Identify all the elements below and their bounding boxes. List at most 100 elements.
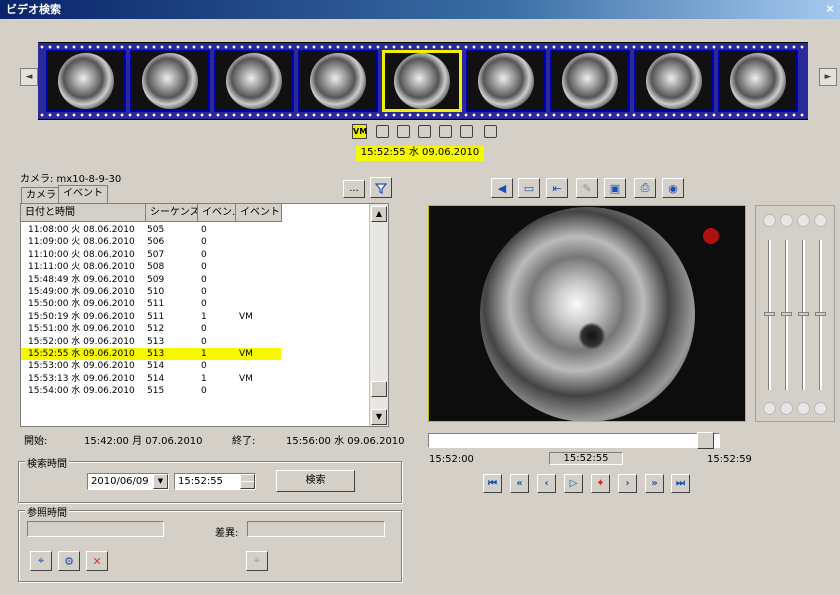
chevron-down-icon[interactable]: ▼ <box>153 474 168 489</box>
scroll-up-button[interactable]: ▲ <box>371 206 387 222</box>
table-row[interactable]: 11:08:00 火 08.06.2010 505 0 <box>21 224 281 236</box>
table-row[interactable]: 15:53:00 水 09.06.2010 514 0 <box>21 360 281 372</box>
filmstrip-frame[interactable] <box>46 50 126 112</box>
indicator-square-6[interactable] <box>484 125 497 138</box>
table-row[interactable]: 15:50:00 水 09.06.2010 511 0 <box>21 298 281 310</box>
table-row[interactable]: 15:49:00 水 09.06.2010 510 0 <box>21 286 281 298</box>
table-row[interactable]: 15:52:55 水 09.06.2010 513 1 VM <box>21 348 281 360</box>
last-frame-button[interactable]: ⏭ <box>671 474 690 493</box>
cell-event: VM <box>239 311 253 322</box>
cell-seq: 510 <box>147 287 165 297</box>
indicator-square-2[interactable] <box>397 125 410 138</box>
column-header-datetime[interactable]: 日付と時間 <box>21 204 146 222</box>
reset-contrast-icon[interactable] <box>780 402 793 415</box>
indicator-square-1[interactable] <box>376 125 389 138</box>
cell-time: 15:49:00 水 09.06.2010 <box>28 287 135 297</box>
view-mode-button[interactable]: ◉ <box>662 178 684 198</box>
filmstrip-frame[interactable] <box>718 50 798 112</box>
table-row[interactable]: 15:51:00 水 09.06.2010 512 0 <box>21 323 281 335</box>
print-button[interactable]: ⎙ <box>634 178 656 198</box>
table-row[interactable]: 15:54:00 水 09.06.2010 515 0 <box>21 385 281 397</box>
filmstrip-left-button[interactable]: ◄ <box>20 68 38 86</box>
cell-seq: 511 <box>147 311 165 322</box>
reset-sharpness-icon[interactable] <box>814 402 827 415</box>
cell-time: 15:54:00 水 09.06.2010 <box>28 386 135 397</box>
cell-time: 15:48:49 水 09.06.2010 <box>28 274 135 285</box>
filmstrip-frame[interactable] <box>130 50 210 112</box>
saturation-thumb[interactable] <box>798 312 809 316</box>
cell-time: 15:53:13 水 09.06.2010 <box>28 373 135 384</box>
table-row[interactable]: 15:48:49 水 09.06.2010 509 0 <box>21 274 281 286</box>
export-button[interactable]: ⇤ <box>546 178 568 198</box>
fast-rewind-button[interactable]: « <box>510 474 529 493</box>
table-row[interactable]: 11:11:00 火 08.06.2010 508 0 <box>21 261 281 273</box>
window-button[interactable]: ▭ <box>518 178 540 198</box>
sharpness-thumb[interactable] <box>815 312 826 316</box>
play-button[interactable]: ▷ <box>564 474 583 493</box>
filmstrip-frame[interactable] <box>634 50 714 112</box>
brightness-thumb[interactable] <box>764 312 775 316</box>
table-row[interactable]: 11:10:00 火 08.06.2010 507 0 <box>21 249 281 261</box>
marker-icon: ⌖ <box>253 554 261 567</box>
spin-down-button[interactable] <box>240 481 255 489</box>
cell-cnt: 0 <box>201 299 207 310</box>
tab-camera[interactable]: カメラ <box>21 187 61 203</box>
contrast-thumb[interactable] <box>781 312 792 316</box>
fast-forward-button[interactable]: » <box>645 474 664 493</box>
step-forward-button[interactable]: › <box>618 474 637 493</box>
first-frame-button[interactable]: ⏮ <box>483 474 502 493</box>
search-button[interactable]: 検索 <box>276 470 355 492</box>
reference-time-field[interactable] <box>27 521 164 537</box>
time-spinner[interactable]: 15:52:55 <box>174 473 256 490</box>
reset-saturation-icon[interactable] <box>797 402 810 415</box>
column-header-event-count[interactable]: イベン... <box>198 204 236 222</box>
filmstrip-right-button[interactable]: ► <box>819 68 837 86</box>
tab-event[interactable]: イベント <box>58 185 108 203</box>
title-bar: ビデオ検索 × <box>0 0 840 19</box>
timeline-current: 15:52:55 <box>549 452 623 465</box>
table-scrollbar[interactable]: ▲ ▼ <box>369 204 388 426</box>
save-button[interactable]: ▣ <box>604 178 626 198</box>
indicator-square-3[interactable] <box>418 125 431 138</box>
filter-button[interactable] <box>370 177 392 198</box>
video-view[interactable] <box>428 205 746 422</box>
timeline-thumb[interactable] <box>697 432 715 449</box>
timeline-bar[interactable] <box>428 433 720 448</box>
date-picker[interactable]: 2010/06/09 ▼ <box>87 473 169 490</box>
cell-time: 15:52:00 水 09.06.2010 <box>28 336 135 347</box>
filmstrip-frame[interactable] <box>466 50 546 112</box>
column-header-sequence[interactable]: シーケンス <box>146 204 198 222</box>
table-row[interactable]: 11:09:00 火 08.06.2010 506 0 <box>21 236 281 248</box>
event-button[interactable]: ✦ <box>591 474 610 493</box>
table-row[interactable]: 15:53:13 水 09.06.2010 514 1 VM <box>21 373 281 385</box>
column-header-event[interactable]: イベント <box>236 204 282 222</box>
table-row[interactable]: 15:50:19 水 09.06.2010 511 1 VM <box>21 311 281 323</box>
cell-time: 15:52:55 水 09.06.2010 <box>28 349 135 359</box>
audio-button[interactable]: ◀ <box>491 178 513 198</box>
filmstrip-frame[interactable] <box>382 50 462 112</box>
scroll-down-button[interactable]: ▼ <box>371 409 387 425</box>
goto-reference-button[interactable]: ⚙ <box>58 551 80 571</box>
filmstrip-frame[interactable] <box>550 50 630 112</box>
indicator-square-4[interactable] <box>439 125 452 138</box>
set-reference-button[interactable]: ⌖ <box>30 551 52 571</box>
fast-forward-icon: » <box>651 478 658 489</box>
step-back-button[interactable]: ‹ <box>537 474 556 493</box>
reference-action-button[interactable]: ⌖ <box>246 551 268 571</box>
filmstrip-frame[interactable] <box>214 50 294 112</box>
camera-browse-button[interactable]: ... <box>343 180 365 198</box>
indicator-square-5[interactable] <box>460 125 473 138</box>
skip-last-icon: ⏭ <box>676 478 685 489</box>
scroll-thumb[interactable] <box>371 381 387 397</box>
table-row[interactable]: 15:52:00 水 09.06.2010 513 0 <box>21 336 281 348</box>
vm-indicator[interactable]: VM <box>352 124 367 139</box>
filter-icon <box>375 182 387 194</box>
reset-brightness-icon[interactable] <box>763 402 776 415</box>
event-table: 日付と時間 シーケンス イベン... イベント 11:08:00 火 08.06… <box>20 203 389 427</box>
delete-reference-button[interactable]: ✕ <box>86 551 108 571</box>
close-button[interactable]: × <box>822 1 838 17</box>
edit-button[interactable]: ✎ <box>576 178 598 198</box>
difference-field[interactable] <box>247 521 385 537</box>
filmstrip-frame[interactable] <box>298 50 378 112</box>
cell-cnt: 0 <box>201 324 207 335</box>
